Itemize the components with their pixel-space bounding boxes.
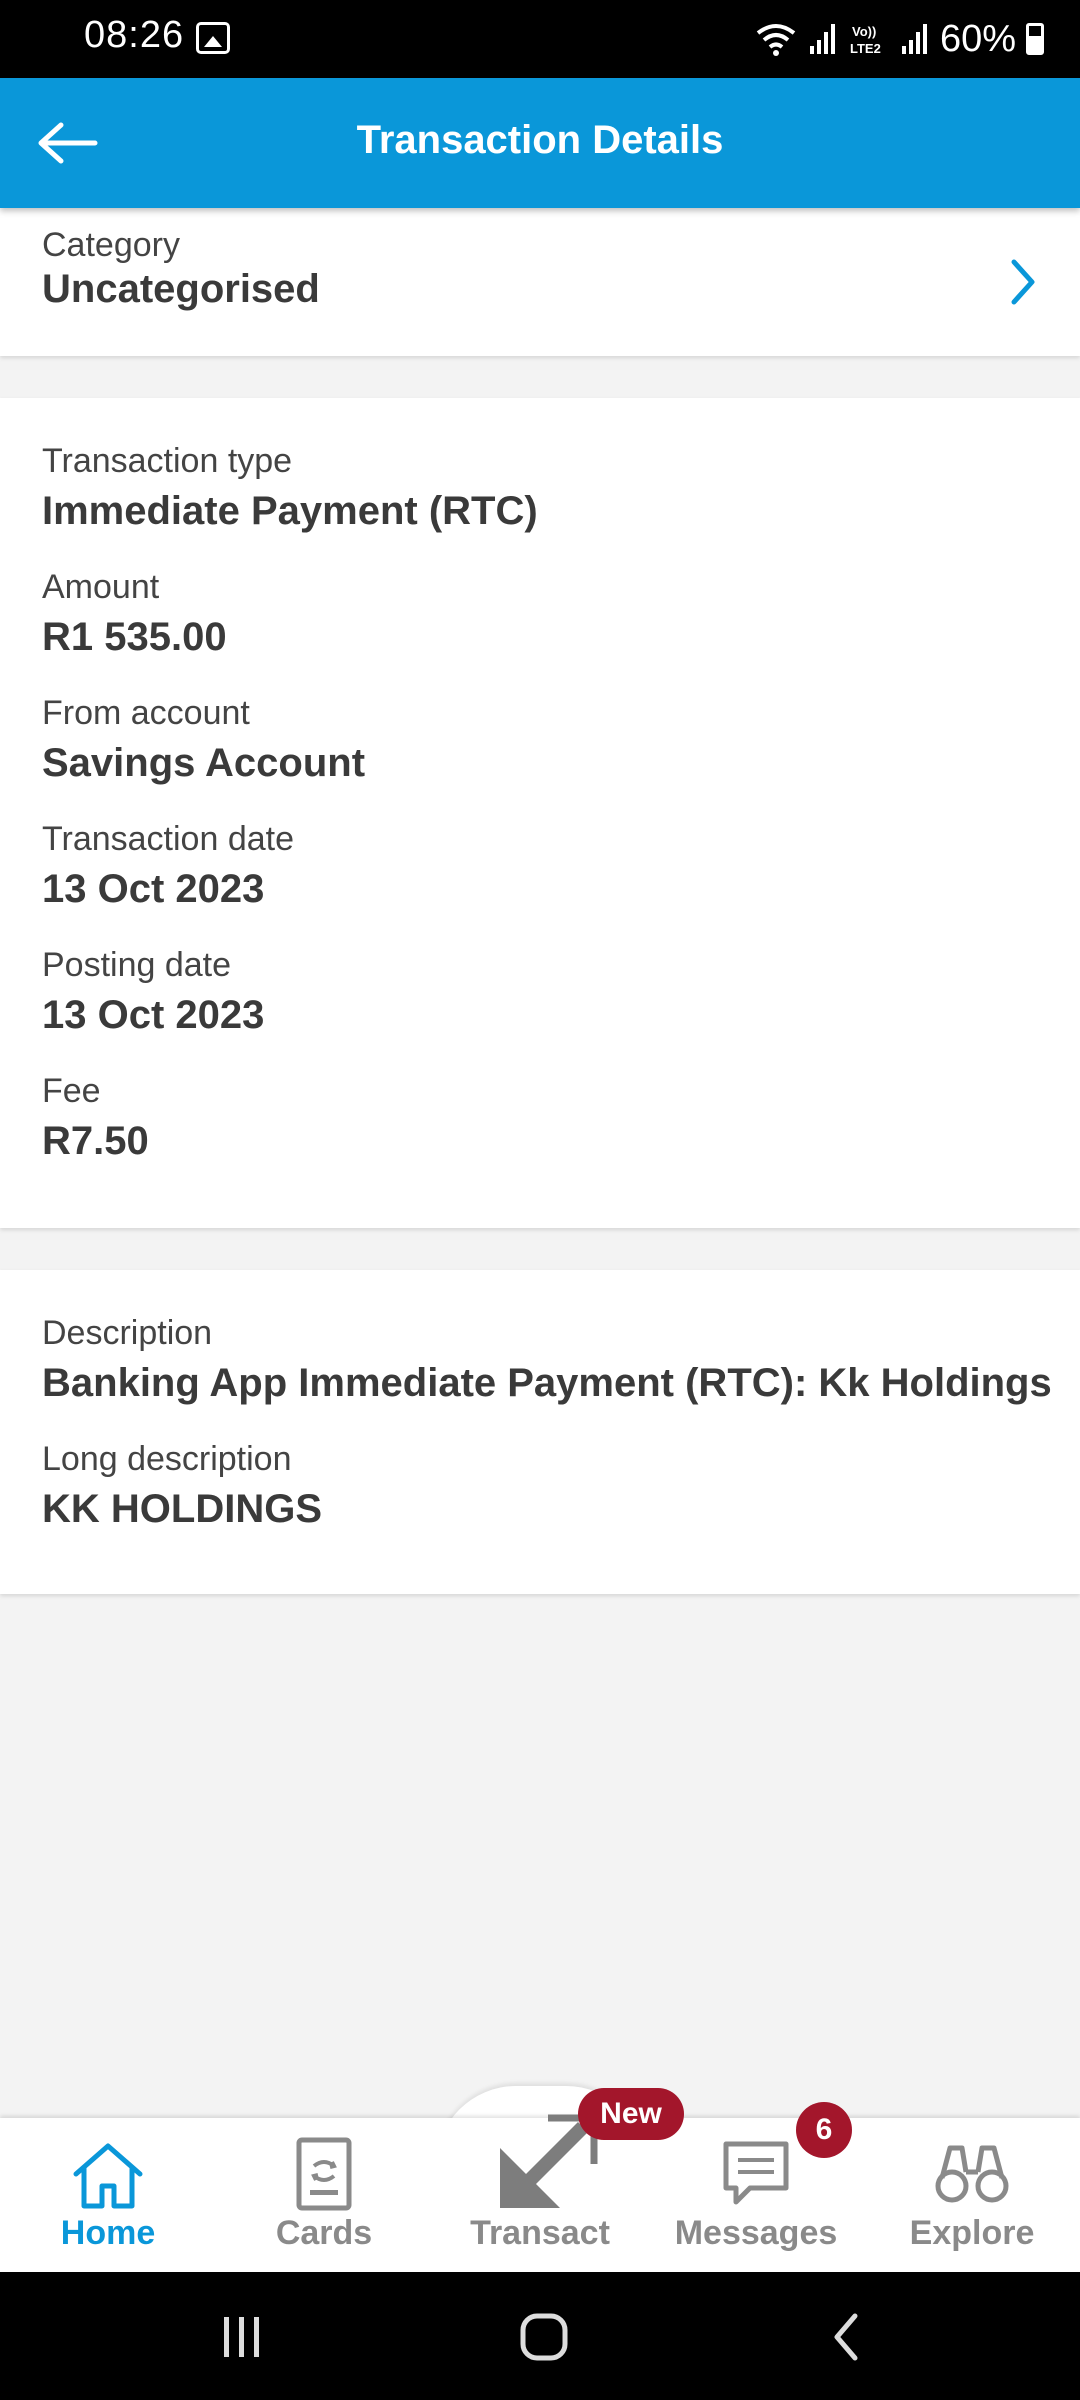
home-system-button[interactable]: [484, 2302, 604, 2372]
gallery-icon: [196, 22, 230, 54]
svg-text:Vo)): Vo)): [852, 24, 876, 39]
detail-field-description: Description Banking App Immediate Paymen…: [42, 1314, 1052, 1406]
detail-label: Fee: [42, 1072, 101, 1110]
card-icon: [296, 2137, 352, 2211]
detail-field-transaction-type: Transaction type Immediate Payment (RTC): [42, 442, 538, 534]
detail-field-long-description: Long description KK HOLDINGS: [42, 1440, 322, 1532]
detail-label: Description: [42, 1314, 213, 1352]
detail-field-posting-date: Posting date 13 Oct 2023: [42, 946, 264, 1038]
category-value: Uncategorised: [42, 267, 320, 311]
category-label: Category: [42, 226, 180, 264]
detail-field-from-account: From account Savings Account: [42, 694, 365, 786]
detail-value: 13 Oct 2023: [42, 867, 265, 911]
category-row[interactable]: Category Uncategorised: [0, 208, 1080, 356]
detail-label: Posting date: [42, 946, 232, 984]
description-card: Description Banking App Immediate Paymen…: [0, 1270, 1080, 1594]
page-title: Transaction Details: [356, 118, 724, 162]
detail-value: Savings Account: [42, 741, 366, 785]
home-circle-icon: [520, 2313, 568, 2361]
binoculars-icon: [935, 2145, 1009, 2203]
nav-item-home[interactable]: Home: [0, 2118, 216, 2272]
app-bar: Transaction Details: [0, 78, 1080, 208]
message-icon: [723, 2141, 789, 2205]
battery-percent: 60%: [939, 17, 1016, 60]
signal-icon: [809, 24, 835, 54]
detail-value: R7.50: [42, 1119, 149, 1163]
recent-apps-icon: [224, 2317, 259, 2357]
detail-value: R1 535.00: [42, 615, 227, 659]
system-nav-bar: [0, 2272, 1080, 2400]
svg-text:LTE2: LTE2: [850, 41, 881, 56]
signal-icon: [901, 24, 927, 54]
detail-value: 13 Oct 2023: [42, 993, 265, 1037]
wifi-icon: [756, 24, 796, 56]
nav-item-explore[interactable]: Explore: [864, 2118, 1080, 2272]
nav-label: Cards: [275, 2214, 373, 2252]
volte-icon: Vo)) LTE2: [850, 24, 881, 56]
detail-label: From account: [42, 694, 250, 732]
recent-apps-button[interactable]: [182, 2302, 302, 2372]
detail-value: KK HOLDINGS: [42, 1487, 322, 1531]
detail-value: Immediate Payment (RTC): [42, 489, 538, 533]
detail-label: Transaction type: [42, 442, 293, 480]
nav-label: Home: [60, 2214, 156, 2252]
nav-label: Transact: [470, 2214, 610, 2252]
detail-label: Transaction date: [42, 820, 294, 858]
detail-label: Amount: [42, 568, 160, 606]
new-badge: New: [578, 2088, 684, 2140]
detail-value: Banking App Immediate Payment (RTC): Kk …: [42, 1361, 1052, 1405]
battery-icon: [1026, 23, 1044, 55]
messages-count-badge: 6: [796, 2102, 852, 2158]
detail-field-fee: Fee R7.50: [42, 1072, 149, 1164]
nav-label: Explore: [909, 2214, 1035, 2252]
nav-item-transact[interactable]: Transact: [432, 2114, 648, 2272]
status-bar: 08:26 Vo)) LTE2 60%: [0, 0, 1080, 78]
back-system-button[interactable]: [786, 2302, 906, 2372]
transaction-details-card: Transaction type Immediate Payment (RTC)…: [0, 398, 1080, 1228]
home-icon: [73, 2143, 143, 2209]
detail-field-amount: Amount R1 535.00: [42, 568, 227, 660]
chevron-right-icon[interactable]: [1004, 254, 1044, 310]
chevron-left-icon: [834, 2313, 858, 2361]
detail-field-transaction-date: Transaction date 13 Oct 2023: [42, 820, 294, 912]
category-field: Category Uncategorised: [42, 226, 320, 312]
detail-label: Long description: [42, 1440, 292, 1478]
nav-label: Messages: [674, 2214, 838, 2252]
status-time: 08:26: [84, 14, 185, 56]
status-icons: Vo)) LTE2 60%: [754, 14, 1044, 64]
nav-item-cards[interactable]: Cards: [216, 2118, 432, 2272]
